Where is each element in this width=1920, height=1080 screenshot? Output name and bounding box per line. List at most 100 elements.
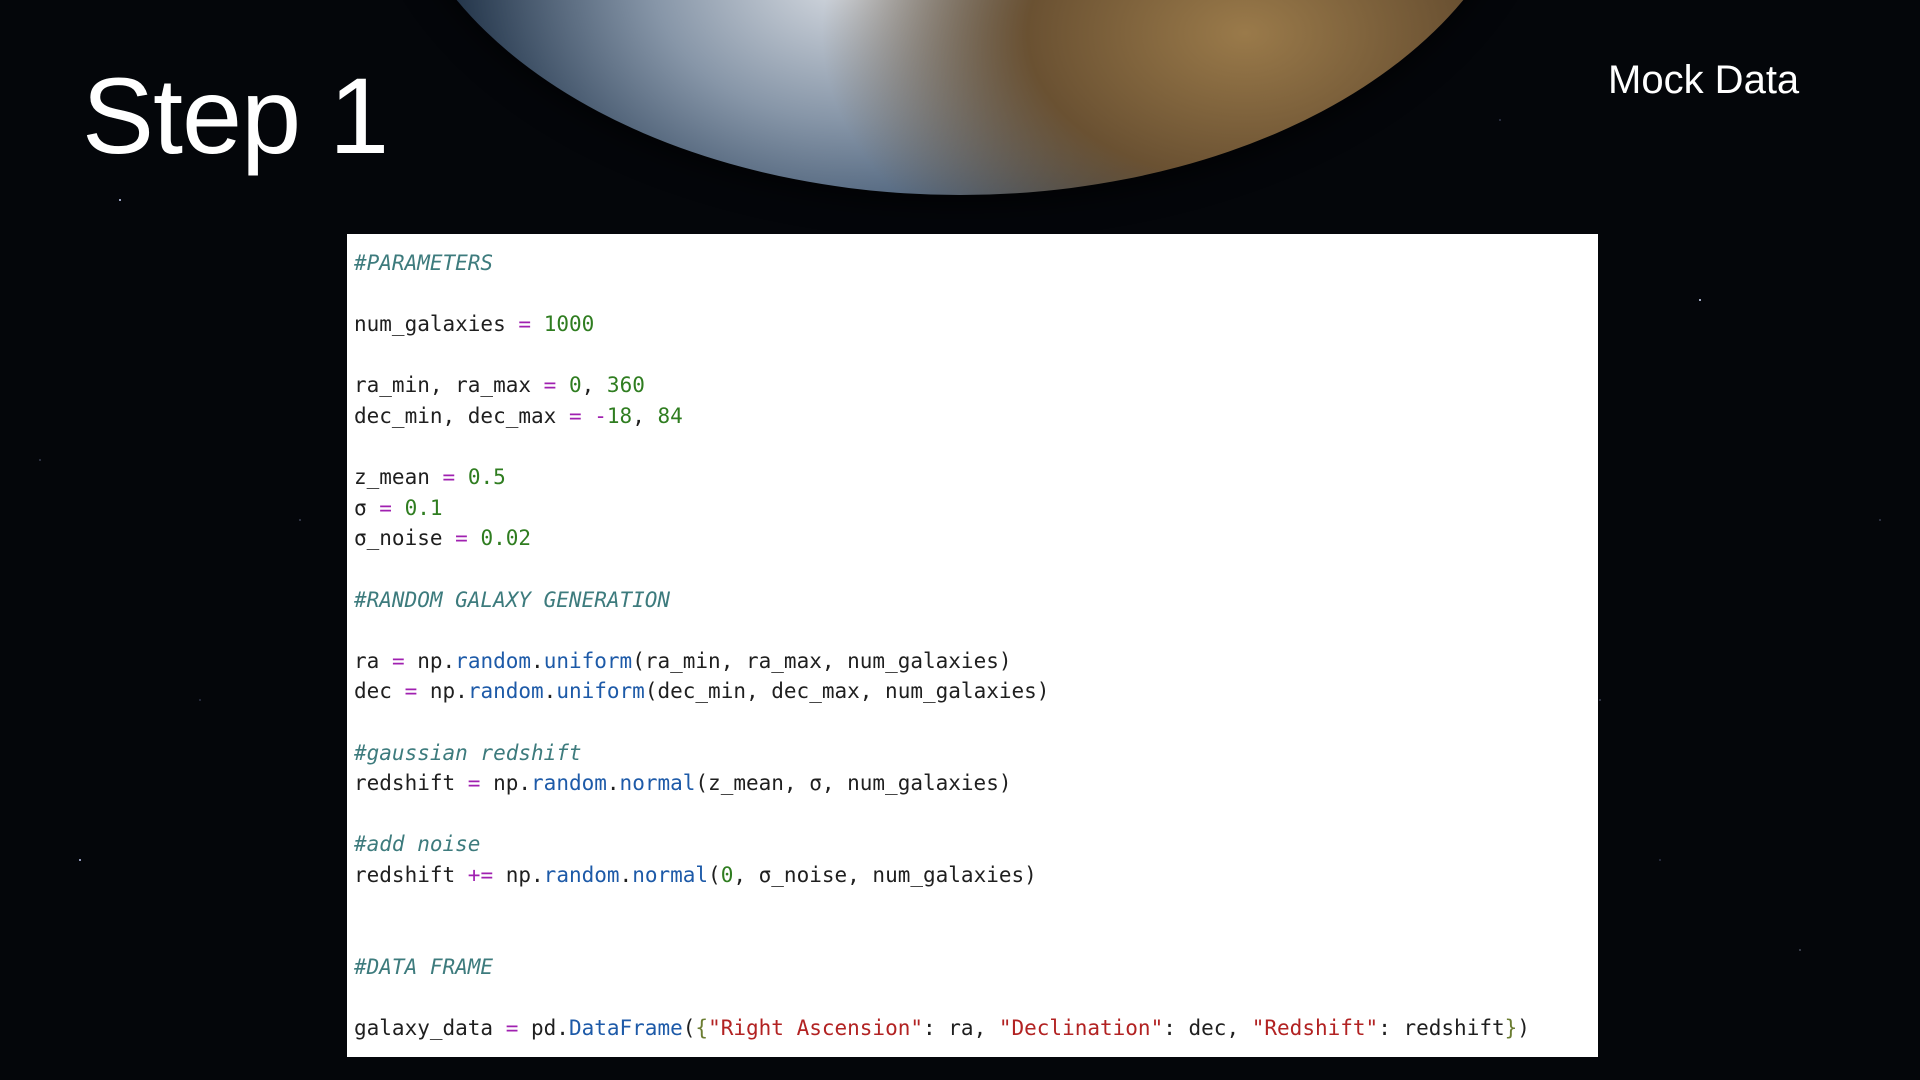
- code-token: uniform: [556, 679, 645, 704]
- code-token: : redshift: [1378, 1015, 1505, 1040]
- code-token: .: [619, 862, 633, 887]
- code-token: (dec_min, dec_max, num_galaxies): [644, 679, 1050, 704]
- code-line: dec = np.random.uniform(dec_min, dec_max…: [354, 676, 1598, 707]
- code-line: #gaussian redshift: [354, 738, 1598, 769]
- code-token: .: [531, 648, 544, 673]
- code-token: .: [606, 771, 620, 796]
- code-token: {: [695, 1015, 709, 1040]
- code-block: #PARAMETERS num_galaxies = 1000 ra_min, ra…: [347, 234, 1598, 1057]
- code-token: 0.5: [467, 465, 506, 490]
- code-line: #add noise: [354, 829, 1598, 860]
- code-token: random: [467, 679, 544, 704]
- code-token: +=: [467, 862, 494, 887]
- code-token: redshift: [354, 771, 468, 796]
- code-token: (: [682, 1015, 696, 1040]
- code-token: #RANDOM GALAXY GENERATION: [354, 587, 671, 612]
- code-token: 1000: [543, 312, 595, 337]
- slide-subtitle: Mock Data: [1608, 58, 1800, 102]
- code-token: normal: [619, 771, 696, 796]
- code-token: ra: [354, 648, 392, 673]
- code-token: np.: [404, 648, 456, 673]
- code-token: ,: [581, 373, 607, 398]
- code-token: -: [594, 403, 607, 428]
- code-line: redshift = np.random.normal(z_mean, σ, n…: [354, 768, 1598, 799]
- code-token: random: [531, 771, 607, 796]
- code-token: z_mean: [354, 465, 443, 490]
- code-token: num_galaxies: [354, 312, 519, 337]
- code-token: uniform: [543, 648, 633, 673]
- code-token: =: [442, 465, 456, 490]
- code-token: 0.1: [404, 495, 443, 520]
- code-token: ,: [632, 403, 658, 428]
- code-token: =: [505, 1015, 519, 1040]
- code-token: .: [543, 679, 557, 704]
- code-token: (z_mean, σ, num_galaxies): [695, 771, 1012, 796]
- code-token: }: [1504, 1015, 1518, 1040]
- slide-title: Step 1: [82, 55, 389, 176]
- code-token: "Redshift": [1251, 1015, 1379, 1040]
- code-token: #add noise: [354, 832, 481, 857]
- code-token: redshift: [354, 862, 468, 887]
- code-token: σ: [354, 495, 380, 520]
- code-line: num_galaxies = 1000: [354, 309, 1598, 340]
- code-token: (ra_min, ra_max, num_galaxies): [632, 648, 1012, 673]
- code-token: (: [708, 862, 721, 887]
- code-token: #DATA FRAME: [354, 954, 494, 979]
- code-token: 18: [606, 403, 633, 428]
- code-token: galaxy_data: [354, 1015, 506, 1040]
- code-token: np.: [480, 771, 532, 796]
- code-token: 0.02: [480, 526, 532, 551]
- code-line: σ_noise = 0.02: [354, 523, 1598, 554]
- code-token: pd.: [518, 1015, 569, 1040]
- code-token: 360: [606, 373, 645, 398]
- code-token: random: [543, 862, 620, 887]
- code-token: #PARAMETERS: [354, 251, 494, 275]
- code-token: =: [379, 495, 392, 520]
- code-token: =: [518, 312, 532, 337]
- code-token: =: [568, 403, 582, 428]
- code-line: redshift += np.random.normal(0, σ_noise,…: [354, 860, 1598, 891]
- code-token: DataFrame: [568, 1015, 683, 1040]
- code-line: dec_min, dec_max = -18, 84: [354, 401, 1598, 432]
- code-token: σ_noise: [354, 526, 456, 551]
- code-line: #DATA FRAME: [354, 952, 1598, 983]
- code-token: 84: [657, 403, 683, 428]
- code-token: np.: [493, 862, 544, 887]
- code-token: 0: [568, 373, 582, 398]
- code-token: dec_min, dec_max: [354, 403, 569, 428]
- code-line: #RANDOM GALAXY GENERATION: [354, 585, 1598, 616]
- code-token: "Declination": [998, 1015, 1164, 1040]
- code-token: random: [455, 648, 532, 673]
- code-line: ra = np.random.uniform(ra_min, ra_max, n…: [354, 646, 1598, 677]
- code-token: normal: [632, 862, 709, 887]
- code-token: ): [1517, 1015, 1530, 1040]
- code-token: =: [391, 648, 405, 673]
- code-line: z_mean = 0.5: [354, 462, 1598, 493]
- code-token: : dec,: [1163, 1015, 1252, 1040]
- code-token: #gaussian redshift: [354, 740, 582, 765]
- code-token: ra_min, ra_max: [354, 373, 544, 398]
- code-token: =: [467, 771, 481, 796]
- code-token: , σ_noise, num_galaxies): [733, 862, 1037, 887]
- code-token: : ra,: [923, 1015, 999, 1040]
- code-token: dec: [354, 679, 405, 704]
- code-token: =: [543, 373, 557, 398]
- code-line: galaxy_data = pd.DataFrame({"Right Ascen…: [354, 1013, 1598, 1044]
- code-line: ra_min, ra_max = 0, 360: [354, 370, 1598, 401]
- code-token: 0: [720, 862, 734, 887]
- code-line: #PARAMETERS: [354, 248, 1598, 279]
